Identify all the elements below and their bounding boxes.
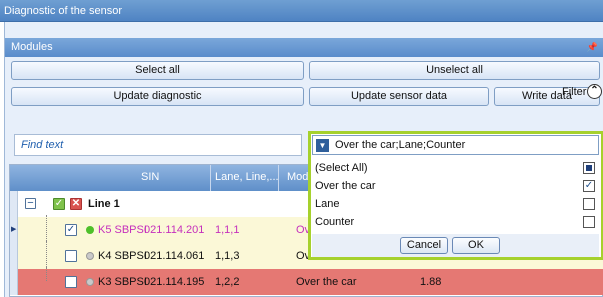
check-group-icon[interactable]: ✓: [53, 198, 65, 210]
sensor-sin: 021.114.201: [144, 224, 205, 236]
clear-group-icon[interactable]: ✕: [70, 198, 82, 210]
search-input[interactable]: Find text: [14, 134, 302, 156]
select-all-button[interactable]: Select all: [11, 61, 304, 80]
current-row-icon: ▶: [11, 226, 17, 233]
option-select-all-label: (Select All): [315, 162, 368, 174]
collapse-icon[interactable]: −: [25, 198, 36, 209]
mode-filter-popup: ▼ Over the car;Lane;Counter (Select All)…: [308, 131, 603, 260]
mode-filter-options: (Select All) Over the car ✓ Lane Counter: [312, 159, 599, 233]
option-counter-checkbox[interactable]: [583, 216, 595, 228]
column-lane[interactable]: Lane, Line,...: [215, 171, 279, 183]
sensor-lane: 1,1,1: [215, 224, 240, 236]
sensor-sin: 021.114.061: [144, 250, 205, 262]
sensor-value: 1.88: [420, 276, 442, 288]
row-indicator: [10, 243, 18, 269]
sensor-lane: 1,1,3: [215, 250, 240, 262]
option-over-the-car-checkbox[interactable]: ✓: [583, 180, 595, 192]
sensor-name: K5 SBPSI: [98, 224, 147, 236]
option-lane-checkbox[interactable]: [583, 198, 595, 210]
status-dot-icon: [86, 278, 94, 286]
row-indicator: [10, 191, 18, 217]
cancel-button[interactable]: Cancel: [400, 237, 448, 254]
chevron-up-icon[interactable]: ⌃: [587, 84, 602, 99]
column-sin[interactable]: SIN: [141, 171, 159, 183]
status-dot-icon: [86, 226, 94, 234]
sensor-name: K4 SBPSI: [98, 250, 147, 262]
update-sensor-data-button[interactable]: Update sensor data: [309, 87, 489, 106]
dropdown-arrow-icon[interactable]: ▼: [316, 139, 329, 152]
tree-line: [46, 267, 47, 281]
option-over-the-car-label: Over the car: [315, 180, 376, 192]
row-indicator: ▶: [10, 217, 18, 243]
sensor-sin: 021.114.195: [144, 276, 205, 288]
column-separator: [210, 165, 211, 191]
column-mode[interactable]: Mod: [287, 171, 308, 183]
pin-icon[interactable]: 📌: [587, 38, 598, 57]
status-dot-icon: [86, 252, 94, 260]
mode-filter-input[interactable]: ▼ Over the car;Lane;Counter: [312, 135, 599, 155]
row-checkbox[interactable]: ✓: [65, 224, 77, 236]
filter-label: Filter: [562, 86, 587, 98]
ok-button[interactable]: OK: [452, 237, 500, 254]
sensor-name: K3 SBPSI: [98, 276, 147, 288]
update-diagnostic-button[interactable]: Update diagnostic: [11, 87, 304, 106]
partial-check-icon: [586, 165, 592, 171]
sensor-lane: 1,2,2: [215, 276, 240, 288]
option-lane-label: Lane: [315, 198, 340, 210]
row-checkbox[interactable]: [65, 250, 77, 262]
column-separator: [278, 165, 279, 191]
option-select-all-checkbox[interactable]: [583, 162, 595, 174]
sensor-mode: Over the car: [296, 276, 357, 288]
table-row[interactable]: K3 SBPSI 021.114.195 1,2,2 Over the car …: [10, 267, 603, 295]
row-indicator: [10, 269, 18, 295]
modules-header: Modules 📌: [5, 38, 603, 57]
option-counter-label: Counter: [315, 216, 355, 228]
mode-filter-value: Over the car;Lane;Counter: [335, 139, 466, 151]
modules-title: Modules: [11, 41, 53, 53]
mode-filter-footer: Cancel OK: [312, 234, 599, 257]
unselect-all-button[interactable]: Unselect all: [309, 61, 600, 80]
group-label: Line 1: [88, 198, 120, 210]
row-checkbox[interactable]: [65, 276, 77, 288]
window-title: Diagnostic of the sensor: [0, 0, 603, 22]
